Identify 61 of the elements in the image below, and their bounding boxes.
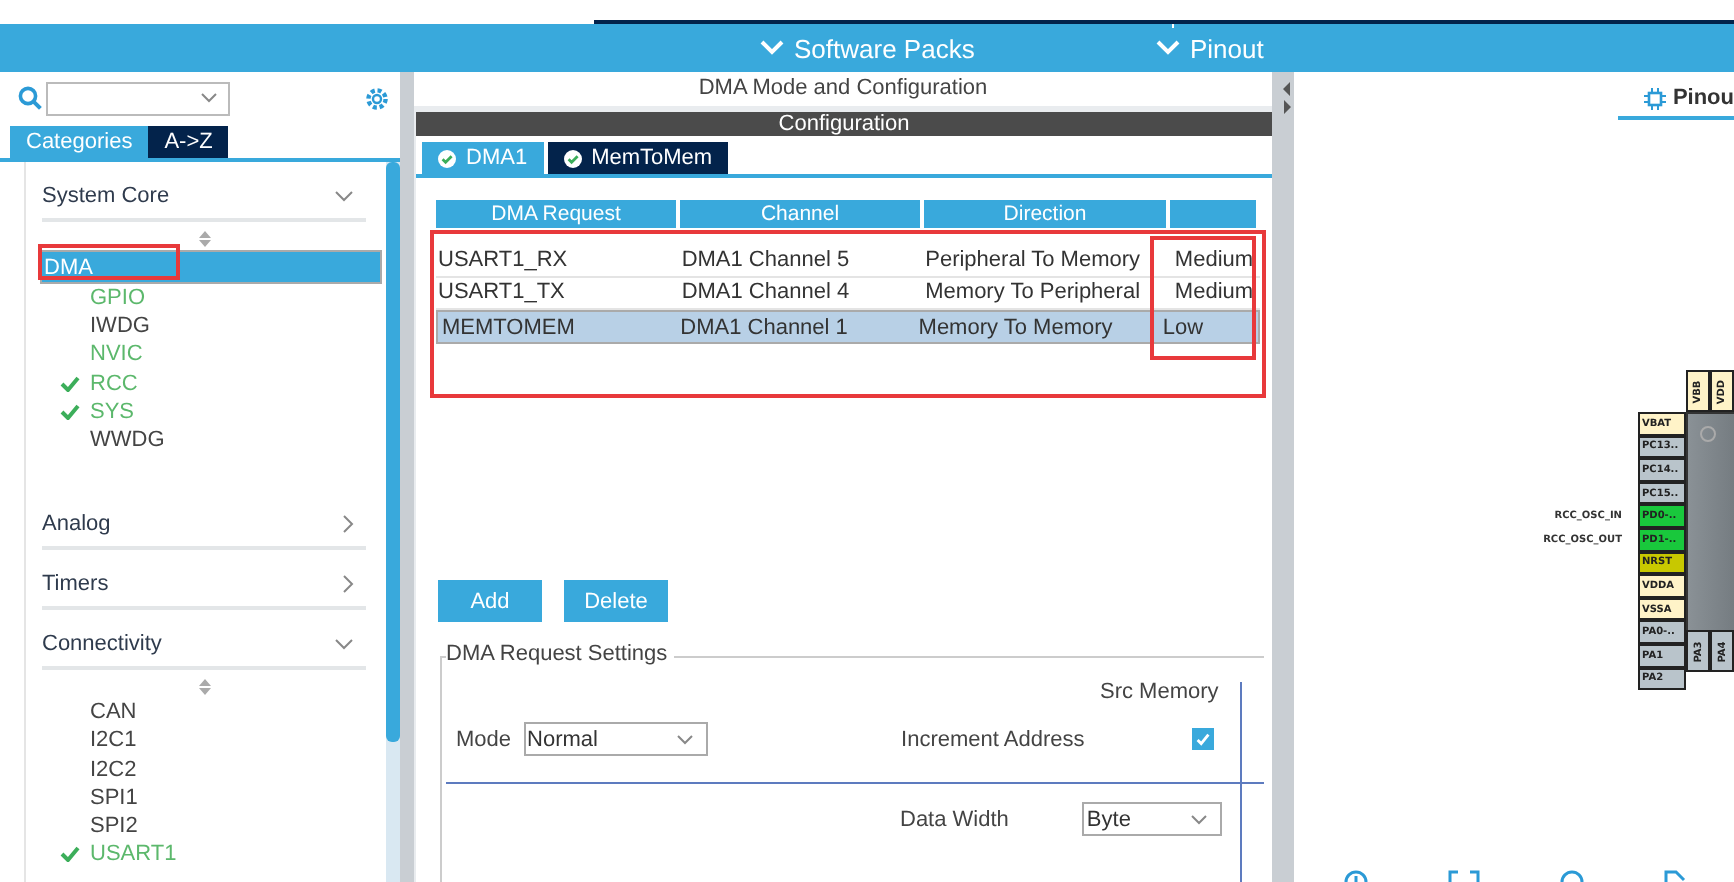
category-header[interactable]: Timers bbox=[42, 562, 367, 611]
field-label: Mode bbox=[456, 727, 512, 751]
table-cell-text: DMA1 Channel 5 bbox=[679, 247, 852, 272]
highlight-frame bbox=[38, 244, 180, 280]
peripheral-item[interactable]: SPI1 bbox=[40, 783, 383, 812]
field-label: Data Width bbox=[900, 807, 1009, 831]
peripheral-item[interactable]: I2C1 bbox=[40, 726, 383, 755]
search-field[interactable] bbox=[46, 81, 230, 115]
category-header[interactable]: System Core bbox=[42, 174, 367, 222]
chevron-down-icon bbox=[675, 733, 694, 745]
check-circle-icon bbox=[438, 149, 456, 167]
table-cell-text: Memory To Memory bbox=[916, 315, 1115, 339]
table-row[interactable]: MEMTOMEM DMA1 Channel 1 Memory To Memory Low bbox=[436, 310, 1260, 344]
zoom-in-icon[interactable] bbox=[1344, 870, 1368, 882]
table-cell-text: USART1_TX bbox=[436, 280, 567, 305]
category-header[interactable]: Analog bbox=[42, 502, 367, 551]
table-cell-text: Medium bbox=[1172, 280, 1256, 305]
search-icon[interactable] bbox=[18, 86, 42, 110]
checkbox[interactable] bbox=[1192, 728, 1215, 750]
panel-title: DMA Mode and Configuration bbox=[414, 72, 1272, 106]
chevron-down-icon bbox=[200, 92, 218, 104]
chip-icon bbox=[1644, 87, 1667, 109]
sort-icon[interactable] bbox=[197, 230, 212, 248]
chevron-down-icon bbox=[1156, 40, 1180, 56]
peripheral-item[interactable]: CAN bbox=[40, 698, 383, 727]
table-cell-text: Medium bbox=[1172, 247, 1256, 272]
table-cell-text: Low bbox=[1160, 315, 1206, 339]
config-tab[interactable]: MemToMem bbox=[547, 142, 729, 174]
section-header: Configuration bbox=[416, 112, 1272, 136]
column-label: Src Memory bbox=[1100, 680, 1219, 704]
table-cell-text: MEMTOMEM bbox=[440, 315, 577, 339]
peripheral-item[interactable]: I2C2 bbox=[40, 755, 383, 784]
fit-icon[interactable] bbox=[1448, 870, 1480, 882]
check-circle-icon bbox=[563, 149, 582, 167]
collapse-arrows-icon[interactable] bbox=[1282, 80, 1292, 116]
chevron-down-icon bbox=[334, 638, 355, 651]
category-header[interactable]: Connectivity bbox=[42, 622, 367, 671]
chevron-right-icon bbox=[342, 574, 355, 595]
zoom-out-icon[interactable] bbox=[1560, 870, 1584, 882]
table-cell-text: USART1_RX bbox=[436, 247, 570, 272]
table-row[interactable]: USART1_RX DMA1 Channel 5 Peripheral To Memory Medium bbox=[436, 244, 1260, 277]
scrollbar-thumb[interactable] bbox=[386, 162, 400, 742]
sort-icon[interactable] bbox=[197, 678, 212, 697]
group-title: DMA Request Settings bbox=[446, 642, 674, 666]
table-cell-text: Memory To Peripheral bbox=[923, 280, 1143, 305]
table-cell-text: DMA1 Channel 1 bbox=[678, 315, 850, 339]
sidebar-tab[interactable]: A->Z bbox=[148, 126, 229, 158]
width-dropdown[interactable]: Byte bbox=[1082, 802, 1223, 836]
peripheral-item[interactable]: IWDG bbox=[40, 312, 383, 341]
chevron-down-icon bbox=[334, 190, 355, 202]
chevron-down-icon bbox=[1190, 813, 1209, 825]
table-cell-text: DMA1 Channel 4 bbox=[679, 280, 852, 305]
chevron-down-icon bbox=[760, 40, 784, 56]
chevron-right-icon bbox=[342, 514, 355, 535]
peripheral-item[interactable]: WWDG bbox=[40, 425, 383, 455]
mode-dropdown[interactable]: Normal bbox=[523, 722, 708, 756]
field-label: Increment Address bbox=[901, 727, 1085, 751]
peripheral-item[interactable]: SPI2 bbox=[40, 811, 383, 841]
table-cell-text: Peripheral To Memory bbox=[923, 247, 1143, 272]
view-tab[interactable]: Pinou bbox=[1618, 80, 1734, 120]
settings-icon[interactable] bbox=[364, 85, 390, 111]
